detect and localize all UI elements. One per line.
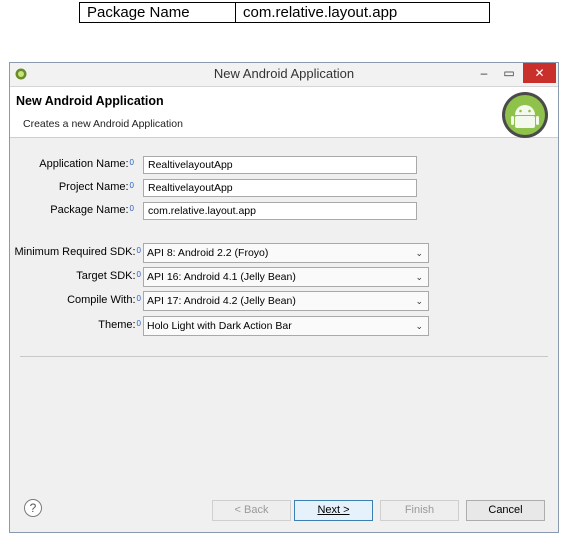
info-icon: 0: [136, 294, 141, 303]
theme-label: Theme:0: [98, 319, 141, 331]
wizard-title: New Android Application: [16, 94, 164, 108]
min-sdk-label: Minimum Required SDK:0: [14, 246, 142, 258]
info-icon: 0: [136, 319, 141, 328]
chevron-down-icon: ⌄: [415, 321, 423, 331]
package-name-table: Package Name com.relative.layout.app: [79, 2, 490, 23]
theme-value: Holo Light with Dark Action Bar: [147, 320, 292, 332]
theme-select[interactable]: Holo Light with Dark Action Bar ⌄: [143, 316, 429, 336]
target-sdk-value: API 16: Android 4.1 (Jelly Bean): [147, 271, 296, 283]
cancel-button[interactable]: Cancel: [466, 500, 545, 521]
chevron-down-icon: ⌄: [415, 272, 423, 282]
target-sdk-select[interactable]: API 16: Android 4.1 (Jelly Bean) ⌄: [143, 267, 429, 287]
android-logo-icon: [502, 92, 548, 138]
info-icon: 0: [136, 270, 141, 279]
application-name-label: Application Name:0: [39, 158, 134, 170]
application-name-input[interactable]: RealtivelayoutApp: [143, 156, 417, 174]
project-name-label: Project Name:0: [58, 181, 134, 193]
info-icon: 0: [129, 204, 134, 213]
info-icon: 0: [129, 158, 134, 167]
package-name-label: Package Name:0: [50, 204, 134, 216]
close-button[interactable]: ✕: [523, 63, 556, 83]
package-name-label-cell: Package Name: [80, 3, 236, 22]
min-sdk-value: API 8: Android 2.2 (Froyo): [147, 247, 269, 259]
info-icon: 0: [136, 246, 141, 255]
finish-button[interactable]: Finish: [380, 500, 459, 521]
project-name-input[interactable]: RealtivelayoutApp: [143, 179, 417, 197]
new-android-app-dialog: New Android Application – ▭ ✕ New Androi…: [9, 62, 559, 533]
next-button[interactable]: Next >: [294, 500, 373, 521]
target-sdk-label: Target SDK:0: [76, 270, 141, 282]
back-button[interactable]: < Back: [212, 500, 291, 521]
help-icon[interactable]: ?: [24, 499, 42, 517]
compile-with-select[interactable]: API 17: Android 4.2 (Jelly Bean) ⌄: [143, 291, 429, 311]
package-name-input[interactable]: com.relative.layout.app: [143, 202, 417, 220]
wizard-header: New Android Application Creates a new An…: [10, 87, 558, 138]
maximize-button[interactable]: ▭: [498, 63, 520, 83]
min-sdk-select[interactable]: API 8: Android 2.2 (Froyo) ⌄: [143, 243, 429, 263]
info-icon: 0: [129, 181, 134, 190]
minimize-button[interactable]: –: [473, 63, 495, 83]
chevron-down-icon: ⌄: [415, 248, 423, 258]
title-bar[interactable]: New Android Application – ▭ ✕: [10, 63, 558, 87]
chevron-down-icon: ⌄: [415, 296, 423, 306]
compile-with-value: API 17: Android 4.2 (Jelly Bean): [147, 295, 296, 307]
wizard-subtitle: Creates a new Android Application: [23, 118, 183, 130]
compile-with-label: Compile With:0: [67, 294, 141, 306]
package-name-value-cell: com.relative.layout.app: [243, 4, 398, 21]
next-button-label: Next >: [317, 504, 350, 516]
divider: [20, 356, 548, 357]
